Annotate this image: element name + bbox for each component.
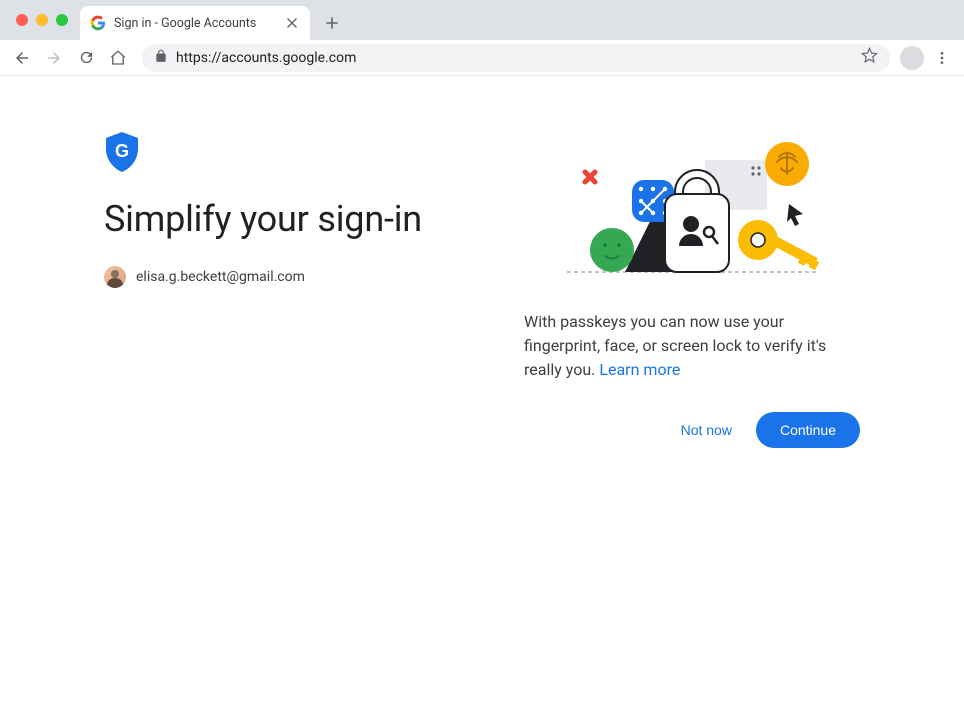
- forward-button[interactable]: [40, 44, 68, 72]
- left-column: G Simplify your sign-in elisa.g.beckett@…: [104, 132, 504, 448]
- close-tab-button[interactable]: [284, 15, 300, 31]
- right-column: With passkeys you can now use your finge…: [524, 132, 860, 448]
- account-row[interactable]: elisa.g.beckett@gmail.com: [104, 266, 504, 288]
- profile-avatar-button[interactable]: [900, 46, 924, 70]
- lock-icon: [154, 49, 168, 67]
- reload-button[interactable]: [72, 44, 100, 72]
- address-bar[interactable]: https://accounts.google.com: [142, 44, 890, 72]
- close-window-button[interactable]: [16, 14, 28, 26]
- bookmark-star-icon[interactable]: [861, 47, 878, 68]
- new-tab-button[interactable]: [318, 9, 346, 37]
- user-avatar-icon: [104, 266, 126, 288]
- continue-button[interactable]: Continue: [756, 412, 860, 448]
- not-now-button[interactable]: Not now: [665, 412, 748, 448]
- tab-title: Sign in - Google Accounts: [114, 16, 276, 31]
- page-content: G Simplify your sign-in elisa.g.beckett@…: [0, 76, 964, 448]
- page-title: Simplify your sign-in: [104, 198, 504, 240]
- learn-more-link[interactable]: Learn more: [599, 360, 680, 379]
- maximize-window-button[interactable]: [56, 14, 68, 26]
- kebab-menu-button[interactable]: [928, 44, 956, 72]
- account-email: elisa.g.beckett@gmail.com: [136, 269, 305, 285]
- passkey-illustration: [557, 132, 827, 282]
- window-controls: [16, 14, 68, 26]
- action-buttons: Not now Continue: [524, 412, 860, 448]
- google-shield-icon: G: [104, 132, 140, 172]
- browser-toolbar: https://accounts.google.com: [0, 40, 964, 76]
- url-text: https://accounts.google.com: [176, 50, 853, 66]
- browser-tab[interactable]: Sign in - Google Accounts: [80, 6, 310, 40]
- browser-tab-strip: Sign in - Google Accounts: [0, 0, 964, 40]
- description-text: With passkeys you can now use your finge…: [524, 310, 860, 382]
- minimize-window-button[interactable]: [36, 14, 48, 26]
- back-button[interactable]: [8, 44, 36, 72]
- google-favicon-icon: [90, 15, 106, 31]
- svg-text:G: G: [115, 141, 129, 161]
- home-button[interactable]: [104, 44, 132, 72]
